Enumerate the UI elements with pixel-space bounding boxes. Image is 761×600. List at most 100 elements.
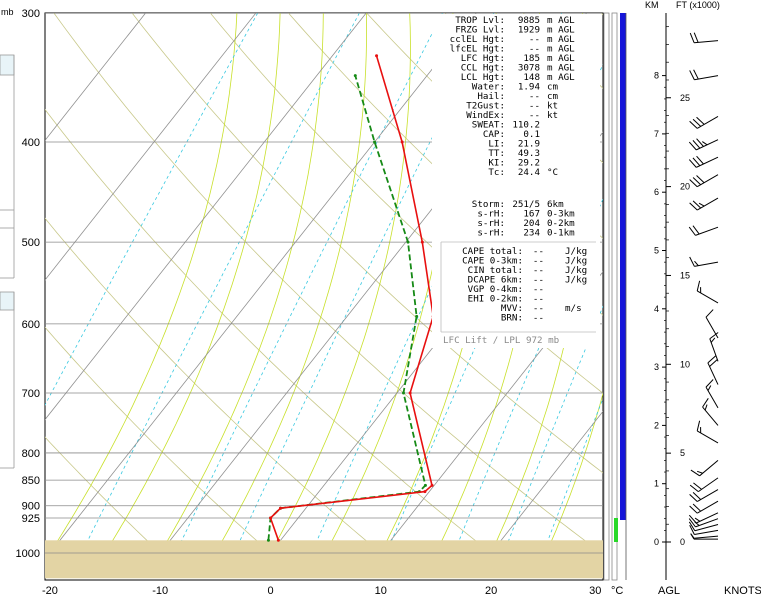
isotherm — [694, 13, 761, 575]
plot-area — [44, 12, 761, 581]
parcel-line-point — [373, 140, 377, 144]
temperature-unit: °C — [611, 585, 623, 597]
wind-barb — [696, 280, 719, 304]
temperature-line-point — [375, 54, 379, 58]
wind-barb — [689, 32, 719, 44]
wind-barb — [688, 138, 719, 151]
temperature-line-point — [400, 140, 404, 144]
temperature-tick-label: 20 — [485, 585, 497, 597]
temperature-line-point — [279, 506, 283, 510]
wind-barb — [689, 69, 719, 81]
temperature-line-point — [276, 538, 280, 542]
km-tick-label: 1 — [654, 479, 659, 489]
pressure-tick-label: 1000 — [16, 548, 40, 560]
ground-fill — [45, 540, 603, 579]
ft-label: FT (x1000) — [676, 0, 720, 10]
index-unit: °C — [547, 167, 558, 178]
wind-barb — [696, 420, 719, 444]
temperature-line-point — [420, 240, 424, 244]
lift-label: LFC Lift / LPL 972 mb — [443, 335, 559, 346]
index-label: s-rH: — [477, 228, 505, 239]
wind-barb — [688, 155, 719, 168]
ft-tick-label: 5 — [680, 448, 685, 458]
wind-barb — [689, 489, 719, 502]
index-unit: 0-1km — [547, 228, 575, 239]
pressure-tick-label: 700 — [22, 388, 40, 400]
pressure-tick-label: 925 — [22, 513, 40, 525]
wind-barb — [689, 477, 719, 493]
index-label: BRN: — [501, 313, 523, 324]
left-panel-fragment — [0, 54, 15, 469]
pressure-tick-label: 600 — [22, 319, 40, 331]
moist-adiabat — [703, 13, 761, 575]
index-unit: kt — [547, 110, 558, 121]
green-bar — [614, 518, 618, 542]
wind-barb — [689, 174, 719, 188]
ft-tick-label: 20 — [680, 182, 690, 192]
parcel-line-point — [406, 240, 410, 244]
temperature-line-point — [269, 516, 273, 520]
agl-label: AGL — [658, 585, 680, 597]
ft-tick-label: 25 — [680, 93, 690, 103]
temperature-line-point — [430, 483, 434, 487]
pressure-unit-label: mb — [1, 7, 14, 17]
index-value: -- — [533, 313, 544, 324]
pressure-tick-label: 400 — [22, 137, 40, 149]
pressure-tick-label: 800 — [22, 448, 40, 460]
parcel-line-point — [266, 538, 270, 542]
wind-barb — [702, 398, 719, 426]
wind-barb — [705, 379, 719, 409]
dry-adiabat — [758, 13, 761, 575]
dry-adiabat — [679, 13, 761, 575]
index-unit: m/s — [565, 303, 582, 314]
pressure-axis: 300 400 500 600 700 800 850 900925 1000 — [16, 8, 40, 560]
ft-tick-label: 10 — [680, 359, 690, 369]
km-tick-label: 5 — [654, 246, 659, 256]
index-unit: J/kg — [565, 275, 587, 286]
index-label: Tc: — [488, 167, 505, 178]
wind-barbs — [688, 32, 719, 540]
temperature-tick-label: 10 — [375, 585, 387, 597]
column-strips — [603, 12, 627, 581]
temperature-tick-label: 0 — [267, 585, 273, 597]
km-tick-label: 8 — [654, 71, 659, 81]
km-label: KM — [645, 0, 659, 10]
temperature-tick-label: 30 — [589, 585, 601, 597]
parcel-line-point — [415, 314, 419, 318]
index-value: 234 — [523, 228, 540, 239]
km-tick-label: 7 — [654, 129, 659, 139]
parcel-line-point — [353, 74, 357, 78]
skew-t-chart: mb 3004005006007008008509009251000 -20 -1… — [0, 0, 761, 597]
pressure-tick-label: 850 — [22, 475, 40, 487]
wind-barb — [689, 500, 719, 514]
wind-barb — [688, 512, 719, 524]
isotherm — [583, 550, 603, 576]
knots-label: KNOTS — [724, 585, 761, 597]
storm-block: Storm: 251/5 6kms-rH: 167 0-3kms-rH: 204 0-2km… — [472, 199, 575, 239]
wind-barb — [690, 459, 719, 477]
parcel-line-point — [401, 391, 405, 395]
wind-barb — [688, 225, 719, 236]
index-value: 24.4 — [518, 167, 541, 178]
km-tick-label: 2 — [654, 420, 659, 430]
pressure-tick-label: 900 — [22, 501, 40, 513]
temperature-line-point — [423, 490, 427, 494]
indices-panel: TROP Lvl: 9885 m AGLFRZG Lvl: 1929 m AGLcclE… — [432, 14, 600, 348]
km-tick-label: 0 — [654, 537, 659, 547]
temperature-tick-label: -20 — [42, 585, 58, 597]
pressure-tick-label: 300 — [22, 8, 40, 20]
blue-bar — [620, 13, 626, 520]
wind-barb — [689, 197, 719, 211]
km-tick-label: 4 — [654, 304, 659, 314]
ft-tick-label: 0 — [680, 537, 685, 547]
wind-barb — [688, 521, 719, 532]
height-axis: KM FT (x1000) 0 1 2 3 4 5 6 7 8 0 5 10 15 20 25 — [645, 0, 720, 580]
temperature-tick-label: -10 — [152, 585, 168, 597]
pressure-tick-label: 500 — [22, 237, 40, 249]
wind-barb — [689, 115, 719, 129]
temperature-axis: -20 -10 0 10 20 30 — [42, 585, 601, 597]
ft-tick-label: 15 — [680, 270, 690, 280]
parcel-line-point — [423, 483, 427, 487]
temperature-line-point — [408, 391, 412, 395]
km-tick-label: 6 — [654, 187, 659, 197]
